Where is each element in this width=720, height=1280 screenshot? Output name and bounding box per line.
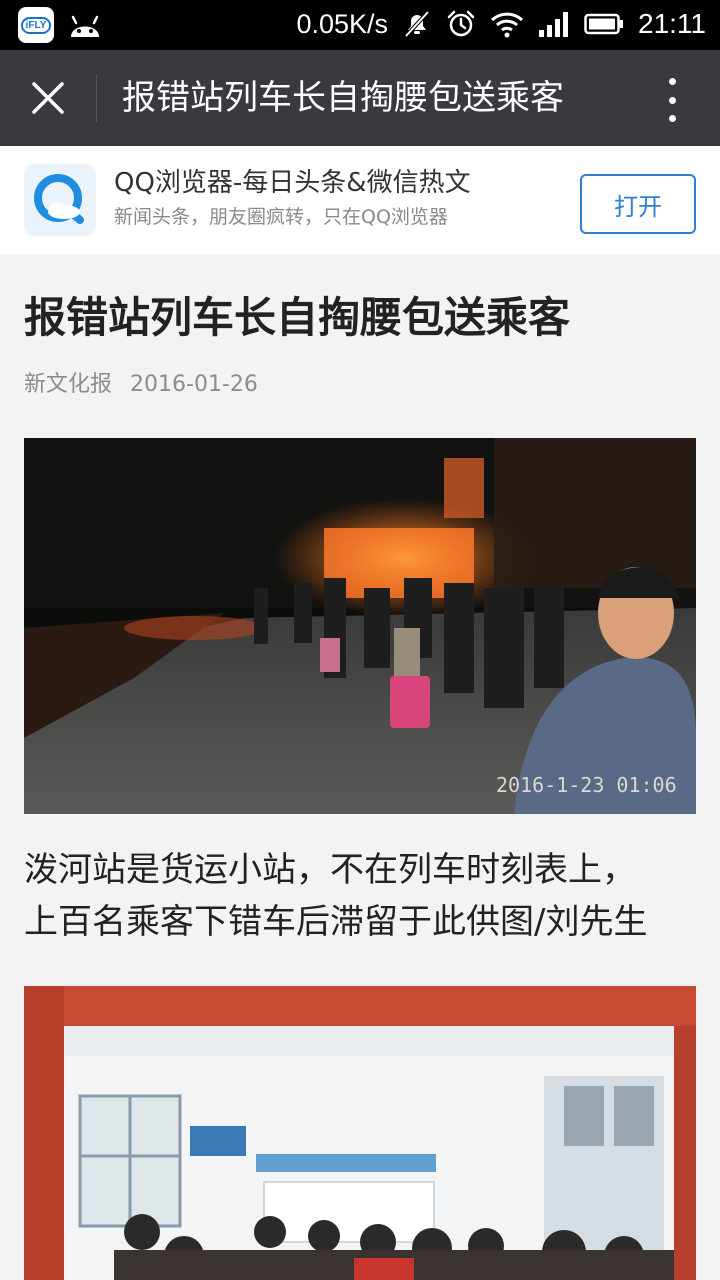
- caption-line: 泼河站是货运小站，不在列车时刻表上，: [24, 850, 636, 890]
- photo-timestamp: 2016-1-23 01:06: [496, 773, 677, 797]
- article-photo-night-station[interactable]: 2016-1-23 01:06: [24, 438, 696, 814]
- status-bar-left: iFLY: [18, 7, 102, 43]
- qq-browser-promo-banner[interactable]: QQ浏览器-每日头条&微信热文 新闻头条，朋友圈疯转，只在QQ浏览器 打开: [0, 146, 720, 254]
- article: 报错站列车长自掏腰包送乘客 新文化报 2016-01-26 2016-1-23 …: [0, 254, 720, 1280]
- article-meta: 新文化报 2016-01-26: [24, 370, 258, 400]
- article-source[interactable]: 新文化报: [24, 370, 112, 400]
- article-title: 报错站列车长自掏腰包送乘客: [24, 293, 571, 342]
- more-icon: [668, 96, 676, 104]
- more-button[interactable]: [660, 76, 684, 124]
- photo-caption: 泼河站是货运小站，不在列车时刻表上， 上百名乘客下错车后滞留于此供图/刘先生: [24, 844, 696, 948]
- android-icon: [71, 15, 99, 37]
- title-bar: 报错站列车长自掏腰包送乘客: [0, 50, 720, 146]
- title-divider: [96, 74, 97, 122]
- promo-title: QQ浏览器-每日头条&微信热文: [114, 168, 471, 198]
- page-title: 报错站列车长自掏腰包送乘客: [122, 78, 564, 118]
- status-bar-right: 0.05K/s 21:11: [296, 8, 706, 40]
- battery-icon: [584, 13, 623, 35]
- wifi-icon: [490, 12, 524, 38]
- close-icon: [32, 82, 64, 114]
- mute-icon: [404, 10, 430, 38]
- qq-browser-icon: [24, 164, 96, 236]
- open-button[interactable]: 打开: [580, 174, 696, 234]
- status-bar: iFLY 0.05K/s 21:11: [0, 0, 720, 50]
- caption-line: 上百名乘客下错车后滞留于此供图/刘先生: [24, 902, 648, 942]
- more-icon: [668, 115, 676, 122]
- article-photo-station-room[interactable]: [24, 986, 696, 1280]
- signal-icon: [539, 12, 568, 37]
- close-button[interactable]: [22, 72, 74, 124]
- clock: 21:11: [638, 8, 706, 39]
- promo-subtitle: 新闻头条，朋友圈疯转，只在QQ浏览器: [114, 206, 448, 228]
- network-speed: 0.05K/s: [296, 8, 388, 39]
- more-icon: [668, 78, 676, 85]
- alarm-icon: [447, 10, 475, 37]
- ifly-app-icon: iFLY: [18, 7, 54, 43]
- article-date: 2016-01-26: [130, 372, 258, 397]
- ifly-icon-label: iFLY: [20, 16, 52, 34]
